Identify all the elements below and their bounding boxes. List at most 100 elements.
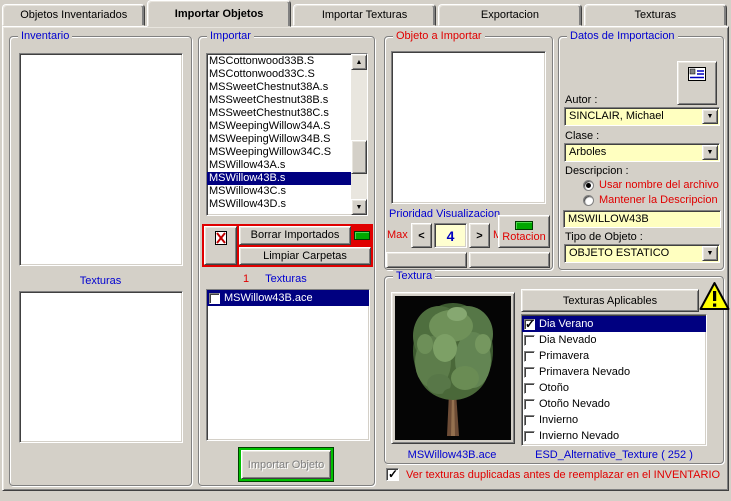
importar-texture-list[interactable]: MSWillow43B.ace <box>206 289 370 441</box>
importar-texture-item[interactable]: MSWillow43B.ace <box>207 290 369 306</box>
texture-filename-label: MSWillow43B.ace <box>407 449 497 461</box>
importar-file-item[interactable]: MSSweetChestnut38A.s <box>207 81 351 94</box>
importer-window: { "tabs": [ { "label": "Objetos Inventar… <box>0 0 731 501</box>
texture-option-checkbox[interactable] <box>524 382 535 394</box>
delete-file-button[interactable] <box>204 226 237 265</box>
priority-value: 4 <box>434 223 467 248</box>
autor-dropdown-button[interactable]: ▼ <box>702 109 718 124</box>
inventario-texture-list[interactable] <box>19 291 183 443</box>
warning-icon <box>699 282 730 310</box>
descripcion-input[interactable]: MSWILLOW43B <box>563 210 721 228</box>
texture-option-label: Otoño Nevado <box>539 398 610 410</box>
texture-option-checkbox[interactable] <box>524 366 535 378</box>
scrollbar-thumb[interactable] <box>351 140 367 174</box>
tab-label: Exportacion <box>480 9 539 21</box>
tab-importar-objetos[interactable]: Importar Objetos <box>147 0 291 27</box>
importar-file-item[interactable]: MSWeepingWillow34C.S <box>207 146 351 159</box>
tab-texturas[interactable]: Texturas <box>583 4 728 26</box>
importar-file-item[interactable]: MSWillow43C.s <box>207 185 351 198</box>
texture-checkbox[interactable] <box>209 292 220 304</box>
priority-decrease-button[interactable]: < <box>411 223 432 248</box>
importar-file-item[interactable]: MSWeepingWillow34B.S <box>207 133 351 146</box>
tipo-label: Tipo de Objeto : <box>565 231 643 243</box>
green-led-icon <box>354 230 370 240</box>
scroll-up-button[interactable]: ▲ <box>351 54 367 70</box>
autor-combo[interactable]: SINCLAIR, Michael ▼ <box>564 107 720 126</box>
texture-option-row[interactable]: Dia Nevado <box>522 332 706 348</box>
texture-item-label: MSWillow43B.ace <box>224 292 313 304</box>
texture-count-row: 1 Texturas <box>199 273 374 285</box>
limpiar-carpetas-button[interactable]: Limpiar Carpetas <box>239 246 371 265</box>
texture-option-checkbox[interactable] <box>524 334 535 346</box>
importar-file-item[interactable]: MSCottonwood33C.S <box>207 68 351 81</box>
spin-prev-icon: < <box>418 229 425 242</box>
texture-option-row[interactable]: Dia Verano <box>522 316 706 332</box>
texture-count-label: Texturas <box>265 273 307 285</box>
importar-file-item[interactable]: MSWillow43A.s <box>207 159 351 172</box>
borrar-importados-button[interactable]: Borrar Importados <box>239 226 351 245</box>
importar-file-item[interactable]: MSWeepingWillow34A.S <box>207 120 351 133</box>
importar-file-item[interactable]: MSSweetChestnut38C.s <box>207 107 351 120</box>
spin-next-icon: > <box>476 229 483 242</box>
tab-exportacion[interactable]: Exportacion <box>438 4 582 26</box>
importar-file-item[interactable]: MSCottonwood33B.S <box>207 55 351 68</box>
importar-file-list[interactable]: MSCottonwood33B.S MSCottonwood33C.S MSSw… <box>206 53 368 216</box>
textura-group-title: Textura <box>393 270 436 283</box>
tab-bar: Objetos Inventariados Importar Objetos I… <box>2 0 729 27</box>
tree-texture-image <box>395 296 511 440</box>
applicable-textures-list[interactable]: Dia Verano Dia Nevado Primavera Primaver… <box>521 314 707 446</box>
datos-importacion-group: Datos de Importacion Autor : SINCLAIR, M… <box>558 30 724 270</box>
clase-dropdown-button[interactable]: ▼ <box>702 145 718 160</box>
radio-mantener-descripcion[interactable]: Mantener la Descripcion <box>583 194 718 206</box>
rotacion-button[interactable]: Rotacion <box>498 215 550 248</box>
texture-option-row[interactable]: Otoño <box>522 380 706 396</box>
priority-increase-button[interactable]: > <box>469 223 490 248</box>
importar-file-item[interactable]: MSWillow43B.s <box>207 172 351 185</box>
texture-option-label: Primavera <box>539 350 590 362</box>
tipo-combo[interactable]: OBJETO ESTATICO ▼ <box>564 244 720 263</box>
texture-option-checkbox[interactable] <box>524 430 535 442</box>
texture-option-checkbox[interactable] <box>524 350 535 362</box>
tab-objetos-inventariados[interactable]: Objetos Inventariados <box>2 4 146 26</box>
texturas-aplicables-button[interactable]: Texturas Aplicables <box>521 289 699 312</box>
combo-arrow-icon: ▼ <box>706 250 714 257</box>
rotacion-led-icon <box>515 220 533 230</box>
autor-label: Autor : <box>565 94 598 106</box>
texture-option-label: Invierno Nevado <box>539 430 620 442</box>
texture-option-checkbox[interactable] <box>524 317 535 331</box>
clase-combo[interactable]: Arboles ▼ <box>564 143 720 162</box>
texture-preview-frame <box>391 292 515 444</box>
tipo-dropdown-button[interactable]: ▼ <box>702 246 718 261</box>
importar-file-item[interactable]: MSWillow43D.s <box>207 198 351 211</box>
radio-usar-nombre[interactable]: Usar nombre del archivo <box>583 179 719 191</box>
author-card-button[interactable] <box>677 61 717 105</box>
texture-option-row[interactable]: Invierno Nevado <box>522 428 706 444</box>
file-list-scrollbar[interactable]: ▲ ▼ <box>351 54 367 215</box>
importar-objeto-frame: Importar Objeto <box>238 447 334 482</box>
prioridad-label: Prioridad Visualizacion <box>389 208 501 220</box>
footer-checkbox-label: Ver texturas duplicadas antes de reempla… <box>406 468 721 481</box>
radio-usar-label: Usar nombre del archivo <box>599 179 719 191</box>
texture-option-row[interactable]: Primavera Nevado <box>522 364 706 380</box>
footer-duplicates-option[interactable]: Ver texturas duplicadas antes de reempla… <box>386 467 721 481</box>
texture-option-checkbox[interactable] <box>524 398 535 410</box>
importar-objeto-button[interactable]: Importar Objeto <box>241 450 331 479</box>
scroll-down-button[interactable]: ▼ <box>351 199 367 215</box>
texture-option-row[interactable]: Invierno <box>522 412 706 428</box>
objeto-blank-button-2[interactable] <box>469 252 550 268</box>
texture-option-checkbox[interactable] <box>524 414 535 426</box>
texturas-aplicables-label: Texturas Aplicables <box>562 294 658 307</box>
importar-file-item[interactable]: MSSweetChestnut38B.s <box>207 94 351 107</box>
texture-option-label: Primavera Nevado <box>539 366 631 378</box>
inventario-object-list[interactable] <box>19 53 183 266</box>
texture-option-row[interactable]: Primavera <box>522 348 706 364</box>
inventario-group-title: Inventario <box>18 30 73 43</box>
footer-checkbox[interactable] <box>386 467 399 481</box>
objeto-blank-button-1[interactable] <box>386 252 467 268</box>
clase-value: Arboles <box>569 146 607 158</box>
texture-option-label: Dia Verano <box>539 318 594 330</box>
autor-value: SINCLAIR, Michael <box>569 110 664 122</box>
tab-importar-texturas[interactable]: Importar Texturas <box>292 4 437 26</box>
texture-option-row[interactable]: Otoño Nevado <box>522 396 706 412</box>
textura-group: Textura Texturas Aplicables ✓ Dia Verano… <box>384 270 730 464</box>
